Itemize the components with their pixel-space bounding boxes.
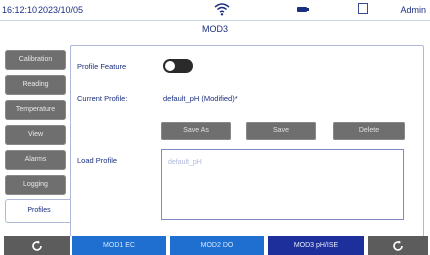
load-profile-input[interactable]: default_pH: [161, 149, 404, 177]
status-time: 16:12:10: [2, 5, 38, 15]
sidebar-item-view[interactable]: View: [5, 125, 66, 145]
user-label[interactable]: Admin: [400, 5, 426, 15]
profile-feature-toggle[interactable]: [163, 59, 193, 73]
page-title: MOD3: [201, 24, 228, 34]
refresh-icon: [32, 240, 42, 251]
status-bar: 16:12:10 2023/10/05 Admin: [0, 0, 430, 21]
load-profile-label: Load Profile: [77, 156, 118, 165]
sidebar-item-calibration[interactable]: Calibration: [5, 50, 66, 70]
save-button[interactable]: Save: [246, 122, 316, 140]
toggle-knob: [165, 61, 175, 71]
sidebar-item-alarms[interactable]: Alarms: [5, 150, 66, 170]
tab-mod1-ec[interactable]: MOD1 EC: [72, 236, 166, 255]
tab-mod2-do[interactable]: MOD2 DO: [170, 236, 264, 255]
refresh-left-button[interactable]: [4, 236, 70, 255]
profile-feature-label: Profile Feature: [77, 62, 127, 71]
sidebar-item-profiles[interactable]: Profiles: [5, 199, 72, 223]
wifi-icon: [214, 3, 230, 16]
module-bar: MOD1 EC MOD2 DO MOD3 pH/ISE: [0, 236, 430, 255]
storage-icon[interactable]: [358, 3, 368, 14]
profile-list[interactable]: [161, 176, 404, 220]
save-as-button[interactable]: Save As: [161, 122, 231, 140]
sidebar-item-temperature[interactable]: Temperature: [5, 100, 66, 120]
current-profile-label: Current Profile:: [77, 94, 128, 103]
delete-button[interactable]: Delete: [333, 122, 405, 140]
refresh-icon: [393, 240, 403, 251]
profiles-panel: Profile Feature Current Profile: default…: [70, 45, 424, 237]
sidebar-item-logging[interactable]: Logging: [5, 175, 66, 195]
tab-mod3-ph-ise[interactable]: MOD3 pH/ISE: [268, 236, 364, 255]
current-profile-value: default_pH (Modified)*: [163, 94, 238, 103]
refresh-right-button[interactable]: [368, 236, 428, 255]
sidebar-item-reading[interactable]: Reading: [5, 75, 66, 95]
load-profile-placeholder: default_pH: [168, 159, 202, 166]
battery-icon: [297, 7, 309, 12]
status-date: 2023/10/05: [38, 5, 84, 15]
